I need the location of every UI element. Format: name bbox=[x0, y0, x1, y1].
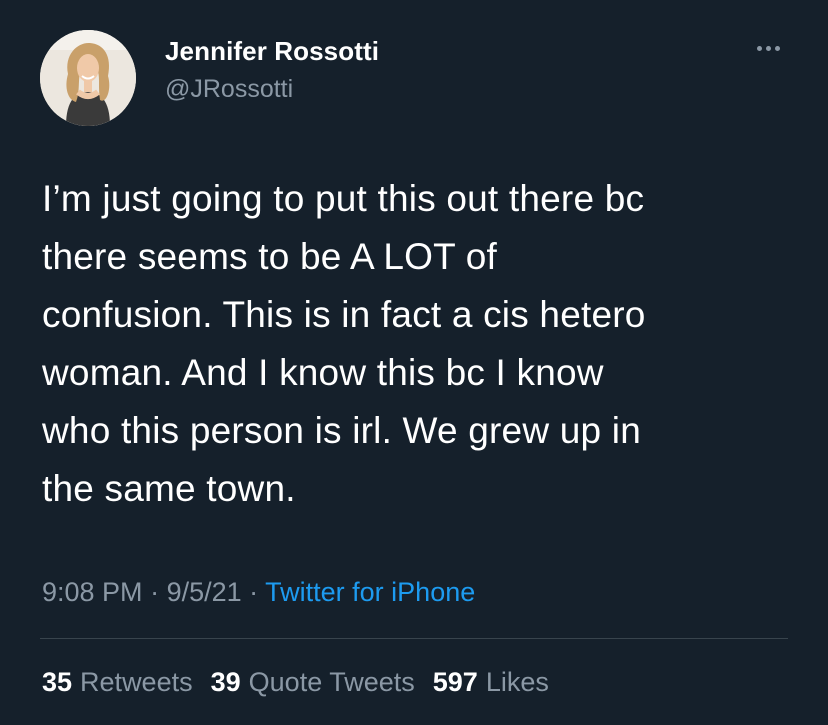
likes-stat[interactable]: 597 Likes bbox=[433, 664, 549, 700]
meta-separator: · bbox=[142, 577, 167, 607]
tweet-text: I’m just going to put this out there bc … bbox=[42, 178, 646, 509]
quote-tweets-count: 39 bbox=[210, 667, 241, 697]
retweets-label: Retweets bbox=[80, 667, 193, 697]
tweet-stats: 35 Retweets 39 Quote Tweets 597 Likes bbox=[42, 664, 549, 700]
tweet-card: Jennifer Rossotti @JRossotti I’m just go… bbox=[0, 0, 828, 725]
meta-separator: · bbox=[241, 577, 266, 607]
likes-count: 597 bbox=[432, 667, 478, 697]
more-dot bbox=[765, 45, 771, 51]
tweet-meta: 9:08 PM · 9/5/21 · Twitter for iPhone bbox=[42, 574, 475, 610]
quote-tweets-label: Quote Tweets bbox=[248, 667, 415, 697]
likes-label: Likes bbox=[485, 667, 549, 697]
more-horizontal-icon[interactable] bbox=[748, 36, 788, 60]
tweet-time[interactable]: 9:08 PM bbox=[42, 577, 143, 607]
more-dot bbox=[756, 45, 762, 51]
quote-tweets-stat[interactable]: 39 Quote Tweets bbox=[211, 664, 415, 700]
more-dot bbox=[774, 45, 780, 51]
tweet-source-link[interactable]: Twitter for iPhone bbox=[265, 577, 475, 607]
tweet-date[interactable]: 9/5/21 bbox=[167, 577, 242, 607]
retweets-count: 35 bbox=[42, 667, 73, 697]
divider bbox=[40, 638, 788, 639]
retweets-stat[interactable]: 35 Retweets bbox=[42, 664, 193, 700]
avatar[interactable] bbox=[40, 30, 136, 126]
display-name[interactable]: Jennifer Rossotti bbox=[165, 34, 379, 68]
handle[interactable]: @JRossotti bbox=[165, 72, 379, 106]
avatar-image bbox=[40, 30, 136, 126]
author-block: Jennifer Rossotti @JRossotti bbox=[165, 34, 379, 106]
